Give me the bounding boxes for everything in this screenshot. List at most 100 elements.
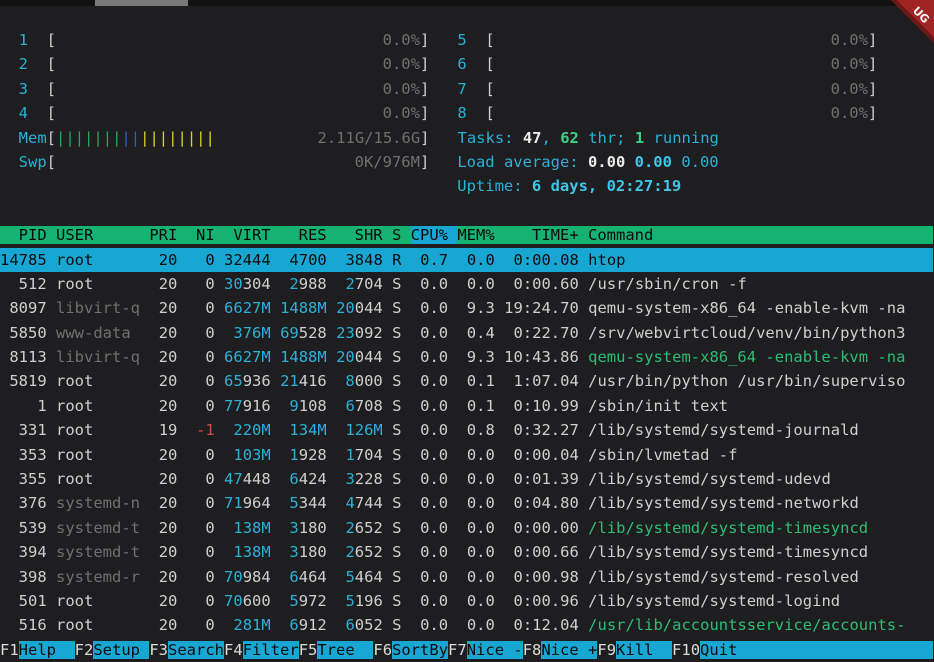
cell-mem-percent: 0.0 bbox=[457, 251, 494, 269]
cpu-meter-3-label: 3 bbox=[19, 80, 28, 98]
process-row-501[interactable]: 501 root 20 0 70600 5972 5196 S 0.0 0.0 … bbox=[0, 589, 933, 613]
f2-action-label: Setup bbox=[93, 641, 149, 659]
fkey-f3-search[interactable]: F3Search bbox=[149, 641, 224, 659]
cell-shr: 2 bbox=[345, 275, 354, 293]
load-average-line-seg-3: 0.00 bbox=[681, 153, 718, 171]
cell-shr: 5 bbox=[345, 568, 354, 586]
fkey-f7-nice[interactable]: F7Nice - bbox=[448, 641, 523, 659]
swap-meter-label: Swp bbox=[19, 153, 47, 171]
cpu-meter-4-label: 4 bbox=[19, 104, 28, 122]
fkey-f4-filter[interactable]: F4Filter bbox=[224, 641, 299, 659]
cell-shr: 1 bbox=[345, 446, 354, 464]
window-tab-indicator[interactable] bbox=[95, 0, 188, 6]
cell-ni: 0 bbox=[187, 446, 215, 464]
cell-time: 1:07.04 bbox=[504, 372, 579, 390]
fkey-f5-tree[interactable]: F5Tree bbox=[299, 641, 374, 659]
f9-action-label: Kill bbox=[616, 641, 672, 659]
cell-res: 1488M bbox=[280, 348, 327, 366]
cell-user: root bbox=[56, 251, 140, 269]
fkey-f2-setup[interactable]: F2Setup bbox=[75, 641, 150, 659]
process-row-331[interactable]: 331 root 19 -1 220M 134M 126M S 0.0 0.8 … bbox=[0, 418, 933, 442]
cell-pri: 19 bbox=[149, 421, 177, 439]
process-row-353[interactable]: 353 root 20 0 103M 1928 1704 S 0.0 0.0 0… bbox=[0, 443, 933, 467]
process-row-8097[interactable]: 8097 libvirt-q 20 0 6627M 1488M 20044 S … bbox=[0, 296, 933, 320]
cell-time: 0:32.27 bbox=[504, 421, 579, 439]
cell-pri: 20 bbox=[149, 348, 177, 366]
column-header-user[interactable]: USER bbox=[56, 226, 149, 244]
cell-pri: 20 bbox=[149, 324, 177, 342]
process-row-14785[interactable]: 14785 root 20 0 32444 4700 3848 R 0.7 0.… bbox=[0, 248, 933, 272]
cell-pri: 20 bbox=[149, 251, 177, 269]
load-average-line-seg-1: 0.00 bbox=[588, 153, 635, 171]
cell-command: /usr/lib/accountsservice/accounts- bbox=[588, 616, 933, 634]
cell-pri: 20 bbox=[149, 470, 177, 488]
cell-shr: 126M bbox=[345, 421, 382, 439]
cell-res: 5 bbox=[289, 592, 298, 610]
cell-pid: 5850 bbox=[0, 324, 47, 342]
process-row-8113[interactable]: 8113 libvirt-q 20 0 6627M 1488M 20044 S … bbox=[0, 345, 933, 369]
f4-action-label: Filter bbox=[243, 641, 299, 659]
cell-pri: 20 bbox=[149, 592, 177, 610]
cell-command: /srv/webvirtcloud/venv/bin/python3 bbox=[588, 324, 933, 342]
cell-shr: 6 bbox=[345, 616, 354, 634]
cell-cpu-percent: 0.7 bbox=[411, 251, 448, 269]
f3-key-label: F3 bbox=[149, 641, 168, 659]
memory-buffers-pipe: | bbox=[121, 129, 130, 147]
column-header-mem[interactable]: MEM% bbox=[457, 226, 504, 244]
fkey-f9-kill[interactable]: F9Kill bbox=[597, 641, 672, 659]
fkey-f8-nice[interactable]: F8Nice + bbox=[523, 641, 598, 659]
process-row-516[interactable]: 516 root 20 0 281M 6912 6052 S 0.0 0.0 0… bbox=[0, 613, 933, 637]
cell-user: root bbox=[56, 592, 140, 610]
column-header-res[interactable]: RES bbox=[280, 226, 336, 244]
cell-user: root bbox=[56, 616, 140, 634]
cell-res: 69 bbox=[280, 324, 299, 342]
cell-shr: 3 bbox=[345, 470, 354, 488]
cell-res: 1488M bbox=[280, 299, 327, 317]
cell-virt: 30 bbox=[224, 275, 243, 293]
column-header-s[interactable]: S bbox=[392, 226, 411, 244]
cell-virt: 70 bbox=[224, 568, 243, 586]
process-row-5850[interactable]: 5850 www-data 20 0 376M 69528 23092 S 0.… bbox=[0, 321, 933, 345]
cell-pid: 14785 bbox=[0, 251, 47, 269]
cell-time: 0:04.80 bbox=[504, 494, 579, 512]
fkey-f1-help[interactable]: F1Help bbox=[0, 641, 75, 659]
load-average-line-seg-2: 0.00 bbox=[635, 153, 682, 171]
cpu-meter-4-value: 0.0% bbox=[383, 104, 420, 122]
process-row-539[interactable]: 539 systemd-t 20 0 138M 3180 2652 S 0.0 … bbox=[0, 516, 933, 540]
cpu-meters-row-4: 4 [ 0.0%] 8 [ 0.0%] bbox=[0, 101, 933, 125]
column-header-ni[interactable]: NI bbox=[187, 226, 224, 244]
column-header-virt[interactable]: VIRT bbox=[224, 226, 280, 244]
memory-meter-and-tasks-row: Mem[||||||||||||||||| 2.11G/15.6G] Tasks… bbox=[0, 126, 933, 150]
tasks-line-seg-0: Tasks: bbox=[458, 129, 523, 147]
memory-cache-pipe: | bbox=[206, 129, 215, 147]
column-header-pri[interactable]: PRI bbox=[149, 226, 186, 244]
cell-ni: 0 bbox=[187, 275, 215, 293]
fkey-f10-quit[interactable]: F10Quit bbox=[672, 641, 933, 659]
column-header-shr[interactable]: SHR bbox=[336, 226, 392, 244]
fkey-f6-sortby[interactable]: F6SortBy bbox=[373, 641, 448, 659]
cell-shr: 3 bbox=[345, 251, 354, 269]
process-row-376[interactable]: 376 systemd-n 20 0 71964 5344 4744 S 0.0… bbox=[0, 491, 933, 515]
process-row-355[interactable]: 355 root 20 0 47448 6424 3228 S 0.0 0.0 … bbox=[0, 467, 933, 491]
cell-pid: 331 bbox=[0, 421, 47, 439]
process-row-512[interactable]: 512 root 20 0 30304 2988 2704 S 0.0 0.0 … bbox=[0, 272, 933, 296]
column-header-cpu[interactable]: CPU% bbox=[411, 226, 458, 244]
cell-pid: 398 bbox=[0, 568, 47, 586]
column-header-command[interactable]: Command bbox=[588, 226, 933, 244]
cell-res: 4 bbox=[289, 251, 298, 269]
cell-shr: 2 bbox=[345, 543, 354, 561]
cell-user: root bbox=[56, 372, 140, 390]
cell-pid: 8097 bbox=[0, 299, 47, 317]
cell-mem-percent: 9.3 bbox=[457, 348, 494, 366]
cell-res: 2 bbox=[289, 275, 298, 293]
cell-user: systemd-n bbox=[56, 494, 140, 512]
column-header-pid[interactable]: PID bbox=[0, 226, 56, 244]
process-row-1[interactable]: 1 root 20 0 77916 9108 6708 S 0.0 0.1 0:… bbox=[0, 394, 933, 418]
cell-user: systemd-t bbox=[56, 543, 140, 561]
process-row-5819[interactable]: 5819 root 20 0 65936 21416 8000 S 0.0 0.… bbox=[0, 369, 933, 393]
process-row-394[interactable]: 394 systemd-t 20 0 138M 3180 2652 S 0.0 … bbox=[0, 540, 933, 564]
cell-mem-percent: 0.1 bbox=[457, 397, 494, 415]
cell-pid: 501 bbox=[0, 592, 47, 610]
column-header-time[interactable]: TIME+ bbox=[504, 226, 588, 244]
process-row-398[interactable]: 398 systemd-r 20 0 70984 6464 5464 S 0.0… bbox=[0, 565, 933, 589]
